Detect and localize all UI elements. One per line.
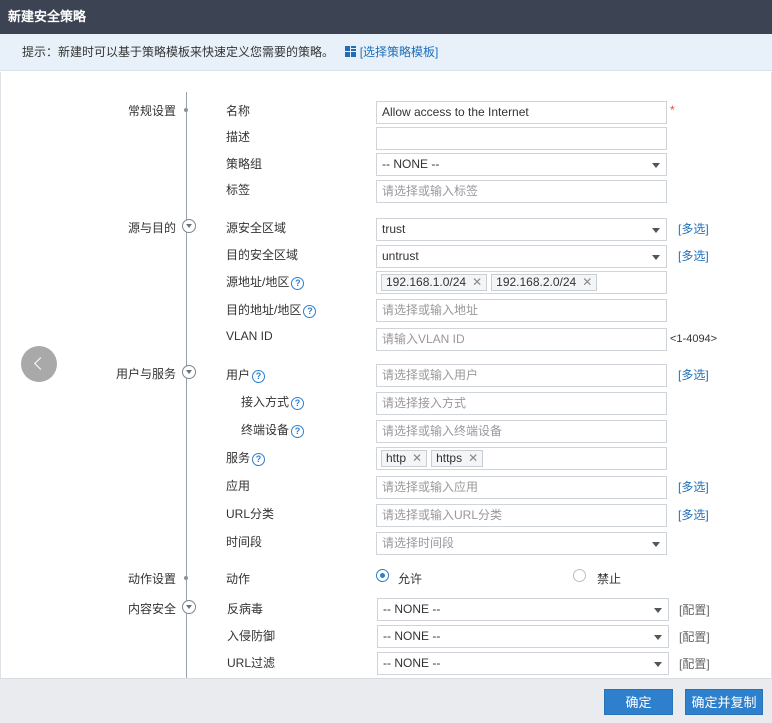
select-template-link[interactable]: [选择策略模板]	[345, 45, 438, 59]
remove-tag-icon[interactable]: ✕	[472, 275, 482, 289]
src-zone-select[interactable]: trust	[376, 218, 667, 241]
service-input[interactable]: http ✕ https ✕	[376, 447, 667, 470]
remove-tag-icon[interactable]: ✕	[412, 451, 422, 465]
ok-and-copy-button[interactable]: 确定并复制	[685, 689, 763, 715]
application-input[interactable]: 请选择或输入应用	[376, 476, 667, 499]
user-label: 用户?	[226, 366, 266, 383]
time-range-select[interactable]: 请选择时间段	[376, 532, 667, 555]
service-label: 服务?	[226, 449, 266, 466]
collapse-icon[interactable]	[182, 219, 196, 233]
policy-group-select[interactable]: -- NONE --	[376, 153, 667, 176]
tip-bar: 提示：新建时可以基于策略模板来快速定义您需要的策略。 [选择策略模板]	[0, 34, 772, 71]
help-icon[interactable]: ?	[303, 305, 317, 318]
desc-input[interactable]	[376, 127, 667, 150]
application-label: 应用	[226, 479, 251, 493]
deny-radio[interactable]	[573, 569, 586, 582]
url-filter-select[interactable]: -- NONE --	[377, 652, 669, 675]
deny-label[interactable]: 禁止	[597, 570, 621, 587]
back-button[interactable]	[21, 346, 57, 382]
src-addr-label: 源地址/地区?	[226, 273, 305, 290]
dialog-title: 新建安全策略	[0, 0, 772, 34]
url-category-multi-link[interactable]: [多选]	[678, 506, 709, 523]
user-multi-link[interactable]: [多选]	[678, 366, 709, 383]
section-timeline	[186, 92, 187, 682]
addr-tag: 192.168.1.0/24 ✕	[381, 274, 488, 291]
section-src-dst[interactable]: 源与目的	[0, 219, 196, 236]
src-zone-multi-link[interactable]: [多选]	[678, 220, 709, 237]
collapse-icon[interactable]	[182, 600, 196, 614]
collapse-icon[interactable]	[182, 365, 196, 379]
permit-label[interactable]: 允许	[398, 570, 422, 587]
dst-zone-select[interactable]: untrust	[376, 245, 667, 268]
url-category-input[interactable]: 请选择或输入URL分类	[376, 504, 667, 527]
required-mark: *	[670, 103, 675, 117]
ok-button[interactable]: 确定	[604, 689, 673, 715]
ips-config-link[interactable]: [配置]	[679, 628, 710, 645]
tag-label: 标签	[226, 183, 251, 197]
policy-group-label: 策略组	[226, 157, 263, 171]
vlan-label: VLAN ID	[226, 329, 273, 343]
ips-label: 入侵防御	[227, 629, 276, 643]
url-category-label: URL分类	[226, 507, 275, 521]
section-general: 常规设置	[0, 102, 188, 119]
help-icon[interactable]: ?	[291, 277, 305, 290]
name-input[interactable]: Allow access to the Internet	[376, 101, 667, 124]
help-icon[interactable]: ?	[291, 397, 305, 410]
remove-tag-icon[interactable]: ✕	[468, 451, 478, 465]
ips-select[interactable]: -- NONE --	[377, 625, 669, 648]
time-range-label: 时间段	[226, 535, 263, 549]
user-input[interactable]: 请选择或输入用户	[376, 364, 667, 387]
addr-tag: 192.168.2.0/24 ✕	[491, 274, 598, 291]
antivirus-select[interactable]: -- NONE --	[377, 598, 669, 621]
access-mode-label: 接入方式?	[241, 393, 305, 410]
vlan-input[interactable]: 请输入VLAN ID	[376, 328, 667, 351]
terminal-label: 终端设备?	[241, 421, 305, 438]
service-tag: https ✕	[431, 450, 484, 467]
dialog-footer: 确定 确定并复制	[0, 678, 772, 723]
help-icon[interactable]: ?	[252, 453, 266, 466]
section-content-security[interactable]: 内容安全	[0, 600, 196, 617]
name-label: 名称	[226, 104, 251, 118]
select-template-label: [选择策略模板]	[359, 45, 439, 59]
antivirus-label: 反病毒	[227, 602, 264, 616]
section-action: 动作设置	[0, 570, 188, 587]
application-multi-link[interactable]: [多选]	[678, 478, 709, 495]
src-addr-input[interactable]: 192.168.1.0/24 ✕ 192.168.2.0/24 ✕	[376, 271, 667, 294]
tip-text: 提示：新建时可以基于策略模板来快速定义您需要的策略。	[22, 45, 335, 59]
permit-radio[interactable]	[376, 569, 389, 582]
remove-tag-icon[interactable]: ✕	[582, 275, 592, 289]
help-icon[interactable]: ?	[291, 425, 305, 438]
dst-addr-label: 目的地址/地区?	[226, 301, 317, 318]
dst-zone-label: 目的安全区域	[226, 248, 299, 262]
antivirus-config-link[interactable]: [配置]	[679, 601, 710, 618]
src-zone-label: 源安全区域	[226, 221, 287, 235]
tag-input[interactable]: 请选择或输入标签	[376, 180, 667, 203]
dst-addr-input[interactable]: 请选择或输入地址	[376, 299, 667, 322]
action-label: 动作	[226, 572, 251, 586]
desc-label: 描述	[226, 130, 251, 144]
template-icon	[345, 46, 357, 57]
url-filter-label: URL过滤	[227, 656, 276, 670]
access-mode-input[interactable]: 请选择接入方式	[376, 392, 667, 415]
url-filter-config-link[interactable]: [配置]	[679, 655, 710, 672]
dot-icon	[184, 576, 188, 580]
vlan-range-hint: <1-4094>	[670, 333, 718, 345]
dot-icon	[184, 108, 188, 112]
dst-zone-multi-link[interactable]: [多选]	[678, 247, 709, 264]
help-icon[interactable]: ?	[252, 370, 266, 383]
terminal-input[interactable]: 请选择或输入终端设备	[376, 420, 667, 443]
service-tag: http ✕	[381, 450, 428, 467]
